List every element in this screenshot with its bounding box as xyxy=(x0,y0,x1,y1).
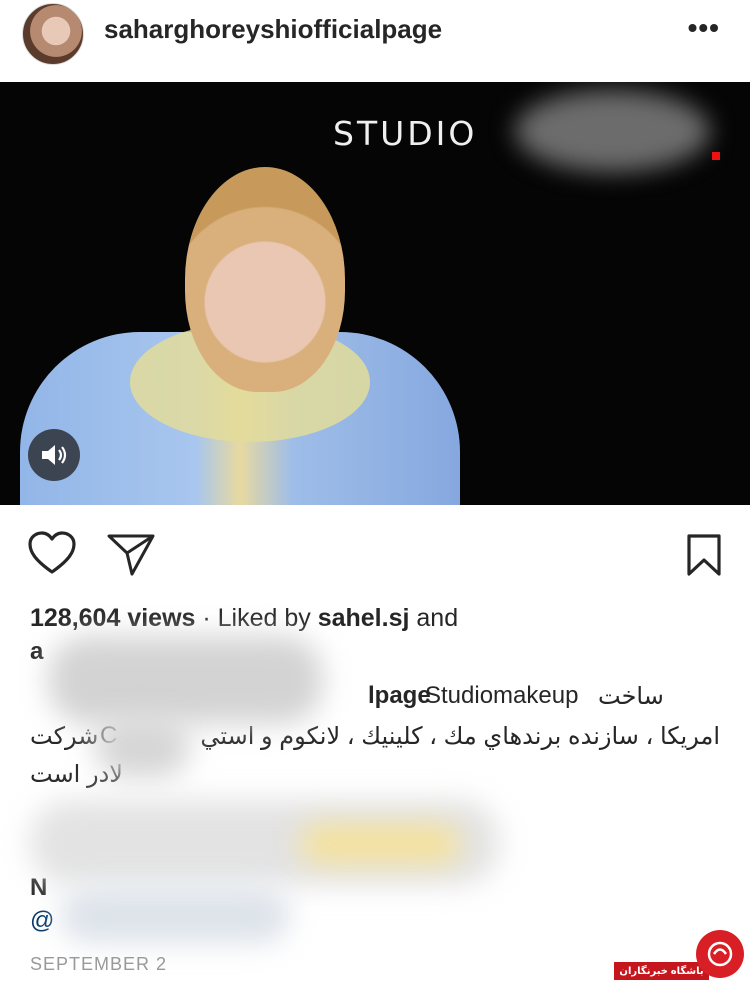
blurred-region xyxy=(300,824,460,864)
caption-line-6-start: N xyxy=(30,874,48,901)
watermark-emblem xyxy=(696,930,744,978)
mention-link[interactable]: @ xyxy=(30,907,54,935)
views-and-likes: 128,604 views · Liked by sahel.sj and xyxy=(30,604,458,633)
caption-word-sakht: ساخت xyxy=(598,683,664,710)
caption-line-2-end: شركت C xyxy=(30,722,117,751)
bookmark-icon[interactable] xyxy=(686,533,722,577)
liked-line-start: a xyxy=(30,638,44,665)
post-username[interactable]: saharghoreyshiofficialpage xyxy=(104,14,442,45)
liked-by-suffix: and xyxy=(409,604,459,632)
caption-line-2-text: امريكا ، سازنده برندهاي مك ، كلينيك ، لا… xyxy=(200,723,720,750)
watermark-logo: باشگاه خبرنگاران xyxy=(614,930,750,983)
send-icon[interactable] xyxy=(106,531,156,577)
caption-company-word: شركت xyxy=(30,723,99,750)
logo-blur xyxy=(515,90,710,172)
avatar[interactable] xyxy=(22,3,84,65)
post-header: saharghoreyshiofficialpage ••• xyxy=(0,0,750,70)
blurred-region xyxy=(60,888,290,943)
blurred-region xyxy=(95,716,190,778)
speaker-icon[interactable] xyxy=(28,429,80,481)
logo-accent xyxy=(712,152,720,160)
post-date: SEPTEMBER 2 xyxy=(30,954,168,974)
action-bar xyxy=(0,525,750,585)
studio-overlay-text: STUDIO xyxy=(333,114,478,153)
liked-by-user[interactable]: sahel.sj xyxy=(318,604,410,632)
more-options-icon[interactable]: ••• xyxy=(688,12,720,44)
watermark-text: باشگاه خبرنگاران xyxy=(614,962,709,980)
caption-brand: Studiomakeup xyxy=(425,682,579,709)
blurred-region xyxy=(48,636,323,724)
caption-handle-visible[interactable]: lpage xyxy=(368,682,431,710)
post-video[interactable]: STUDIO xyxy=(0,82,750,505)
heart-icon[interactable] xyxy=(27,530,77,576)
liked-by-prefix: · Liked by xyxy=(195,604,318,632)
presenter-head xyxy=(185,167,345,392)
views-count[interactable]: 128,604 views xyxy=(30,604,195,632)
